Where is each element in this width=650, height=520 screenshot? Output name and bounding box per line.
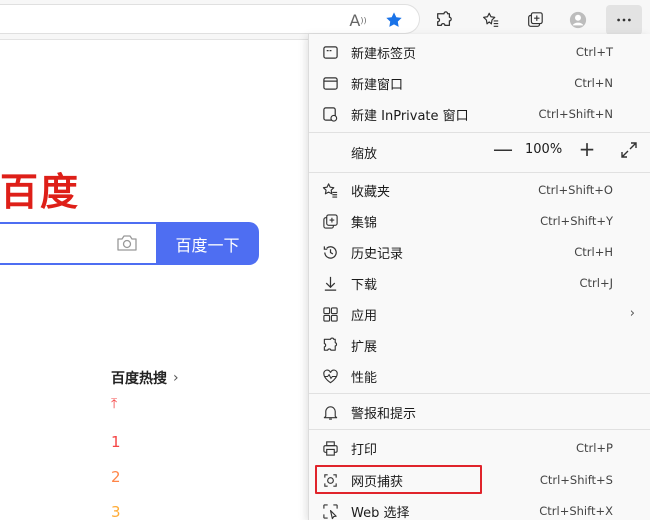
pin-top-icon: ⤒: [111, 396, 118, 412]
zoom-level: 100%: [525, 142, 563, 157]
menu-divider: [309, 172, 650, 173]
menu-item-collections[interactable]: 集锦 Ctrl+Shift+Y: [309, 206, 650, 236]
extensions-icon: [322, 337, 339, 354]
collections-icon: [322, 213, 339, 230]
menu-item-web-capture[interactable]: 网页捕获 Ctrl+Shift+S: [309, 465, 650, 495]
fullscreen-icon[interactable]: [619, 140, 639, 160]
menu-item-label: 新建标签页: [351, 47, 417, 62]
printer-icon: [322, 440, 339, 457]
web-capture-icon: [322, 472, 339, 489]
profile-icon[interactable]: [564, 6, 592, 34]
menu-item-new-window[interactable]: 新建窗口 Ctrl+N: [309, 68, 650, 98]
menu-item-performance[interactable]: 性能: [309, 361, 650, 391]
menu-item-label: 警报和提示: [351, 407, 417, 422]
hot-search-title[interactable]: 百度热搜 ›: [111, 368, 179, 388]
menu-item-new-inprivate[interactable]: 新建 InPrivate 窗口 Ctrl+Shift+N: [309, 99, 650, 129]
menu-item-shortcut: Ctrl+Shift+N: [538, 107, 613, 121]
menu-item-label: 缩放: [351, 147, 378, 162]
history-icon: [322, 244, 339, 261]
settings-menu: 新建标签页 Ctrl+T 新建窗口 Ctrl+N 新建 InPrivate 窗口…: [308, 34, 650, 520]
extensions-icon[interactable]: [430, 6, 458, 34]
menu-item-extensions[interactable]: 扩展: [309, 330, 650, 360]
menu-item-label: 性能: [351, 371, 378, 386]
menu-item-label: 集锦: [351, 216, 378, 231]
favorites-icon[interactable]: [477, 6, 505, 34]
apps-icon: [322, 306, 339, 323]
bell-icon: [322, 404, 339, 421]
inprivate-icon: [322, 106, 339, 123]
menu-item-label: 历史记录: [351, 247, 404, 262]
new-window-icon: [322, 75, 339, 92]
menu-item-web-select[interactable]: Web 选择 Ctrl+Shift+X: [309, 496, 650, 520]
menu-item-shortcut: Ctrl+Shift+O: [538, 183, 613, 197]
menu-item-label: 新建窗口: [351, 78, 404, 93]
hot-rank-number: 2: [111, 468, 121, 486]
menu-item-label: 打印: [351, 443, 378, 458]
menu-item-apps[interactable]: 应用 ›: [309, 299, 650, 329]
menu-item-label: 应用: [351, 309, 378, 324]
zoom-out-button[interactable]: —: [491, 137, 515, 161]
hot-rank-number: 1: [111, 433, 121, 451]
menu-item-history[interactable]: 历史记录 Ctrl+H: [309, 237, 650, 267]
more-icon[interactable]: [606, 5, 642, 35]
menu-item-shortcut: Ctrl+H: [574, 245, 613, 259]
collections-icon[interactable]: [521, 6, 549, 34]
web-select-icon: [322, 503, 339, 520]
menu-item-shortcut: Ctrl+Shift+Y: [540, 214, 613, 228]
download-icon: [322, 275, 339, 292]
menu-item-label: 收藏夹: [351, 185, 391, 200]
menu-divider: [309, 429, 650, 430]
menu-item-new-tab[interactable]: 新建标签页 Ctrl+T: [309, 37, 650, 67]
hot-rank-number: 3: [111, 503, 121, 520]
baidu-logo: 百度: [0, 170, 81, 214]
camera-icon[interactable]: [116, 233, 138, 253]
chevron-right-icon: ›: [629, 306, 635, 321]
menu-item-shortcut: Ctrl+N: [574, 76, 613, 90]
new-tab-icon: [322, 44, 339, 61]
menu-item-downloads[interactable]: 下载 Ctrl+J: [309, 268, 650, 298]
menu-item-label: 新建 InPrivate 窗口: [351, 109, 469, 124]
menu-divider: [309, 393, 650, 394]
menu-item-shortcut: Ctrl+Shift+X: [539, 504, 613, 518]
menu-item-shortcut: Ctrl+J: [579, 276, 614, 290]
menu-item-print[interactable]: 打印 Ctrl+P: [309, 433, 650, 463]
read-aloud-icon[interactable]: A)): [344, 6, 372, 34]
menu-item-alerts[interactable]: 警报和提示: [309, 397, 650, 427]
search-button[interactable]: 百度一下: [156, 222, 259, 265]
web-page: 百度 百度一下 百度热搜 › ⤒ 1 2 3: [0, 41, 310, 520]
menu-item-label: Web 选择: [351, 506, 410, 520]
menu-item-shortcut: Ctrl+P: [575, 441, 613, 455]
favorite-star-icon[interactable]: [380, 6, 408, 34]
heart-pulse-icon: [322, 368, 339, 385]
menu-item-shortcut: Ctrl+Shift+S: [539, 473, 613, 487]
hot-search-label: 百度热搜: [111, 371, 167, 387]
chevron-right-icon: ›: [173, 370, 179, 386]
menu-item-label: 下载: [351, 278, 378, 293]
menu-item-label: 扩展: [351, 340, 378, 355]
favorites-icon: [322, 182, 339, 199]
menu-item-shortcut: Ctrl+T: [575, 45, 613, 59]
menu-item-label: 网页捕获: [351, 475, 404, 490]
menu-item-favorites[interactable]: 收藏夹 Ctrl+Shift+O: [309, 175, 650, 205]
menu-divider: [309, 132, 650, 133]
zoom-in-button[interactable]: +: [575, 137, 599, 161]
